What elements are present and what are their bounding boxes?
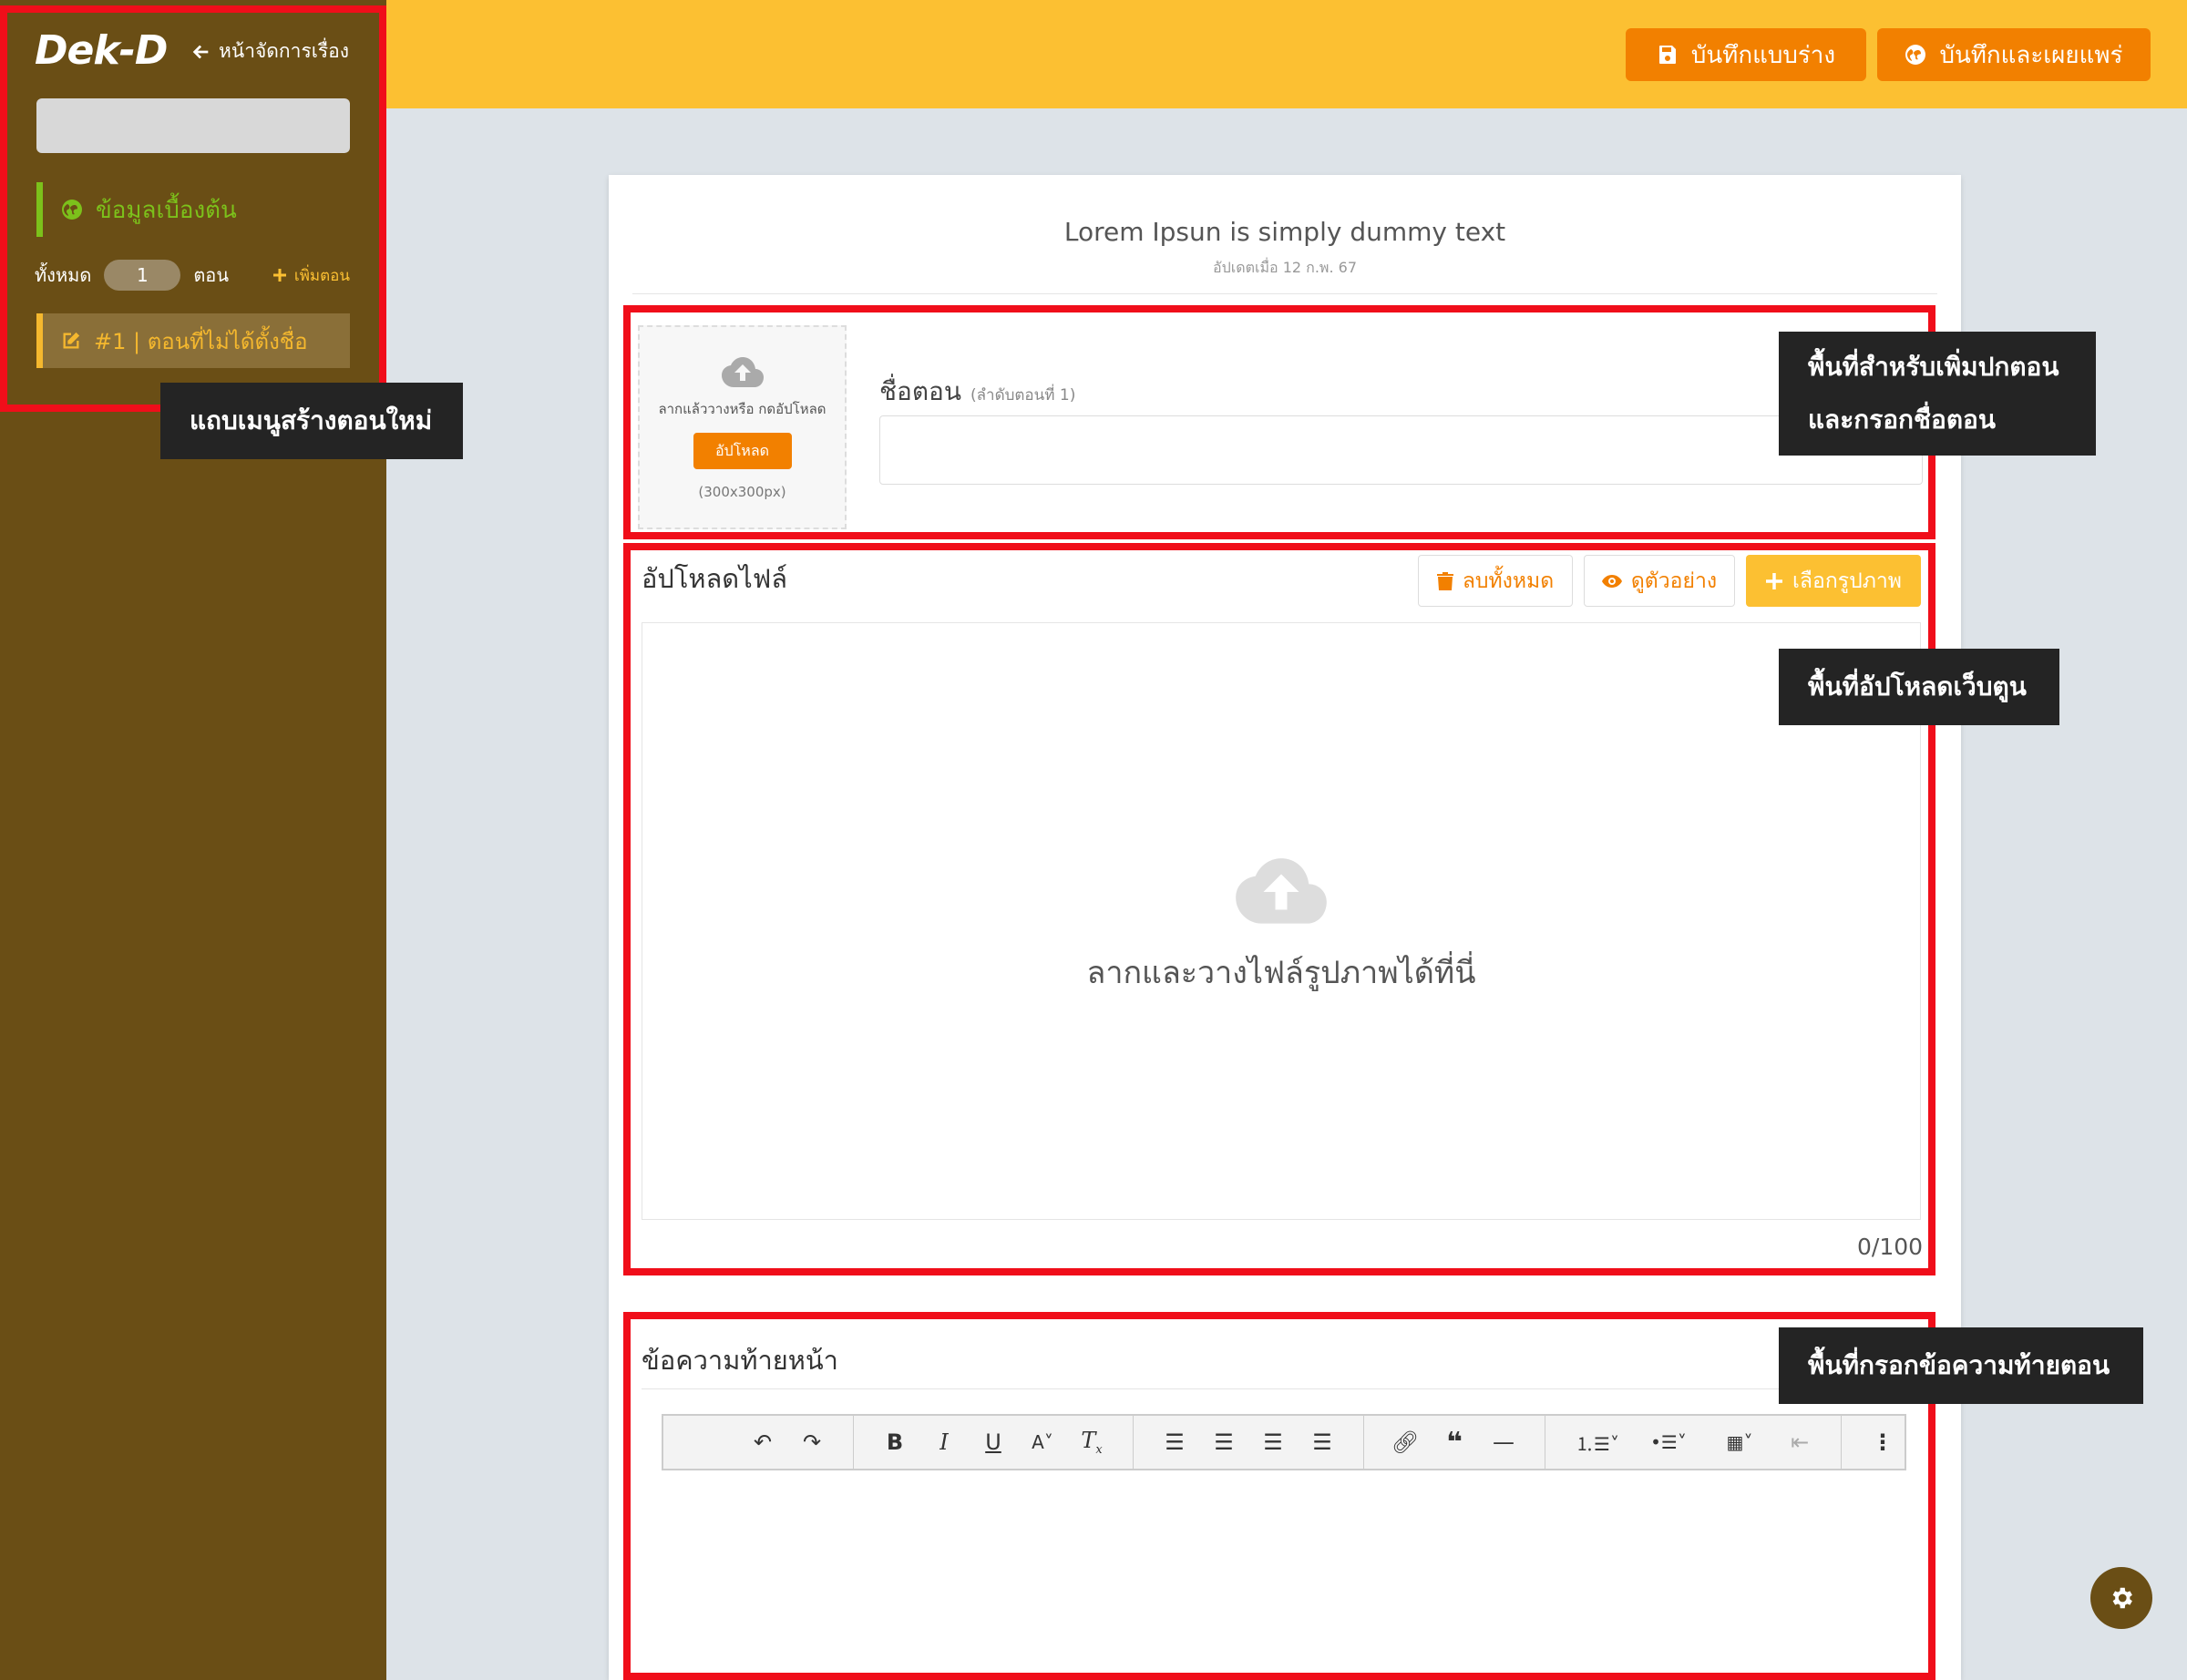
annotation-label-upload: พื้นที่อัปโหลดเว็บตูน — [1779, 649, 2059, 725]
updated-date: อัปเดตเมื่อ 12 ก.พ. 67 — [1212, 259, 1358, 276]
divider — [632, 293, 1937, 294]
annotation-box-sidebar — [0, 5, 386, 412]
annotation-box-cover — [623, 305, 1935, 539]
annotation-label-cover: พื้นที่สำหรับเพิ่มปกตอน และกรอกชื่อตอน — [1779, 332, 2096, 456]
annotation-box-footer — [623, 1312, 1935, 1680]
annotation-box-upload — [623, 543, 1935, 1275]
save-publish-label: บันทึกและเผยแพร่ — [1939, 41, 2123, 69]
floppy-disk-icon — [1658, 46, 1676, 64]
save-publish-button[interactable]: บันทึกและเผยแพร่ — [1877, 28, 2151, 81]
save-draft-button[interactable]: บันทึกแบบร่าง — [1626, 28, 1866, 81]
annotation-label-sidebar: แถบเมนูสร้างตอนใหม่ — [160, 383, 463, 459]
gear-icon — [2112, 1587, 2132, 1609]
annotation-label-footer: พื้นที่กรอกข้อความท้ายตอน — [1779, 1327, 2143, 1404]
globe-icon — [1905, 45, 1926, 65]
annotation-cover-line2: และกรอกชื่อตอน — [1808, 405, 1996, 435]
story-title: Lorem Ipsun is simply dummy text — [1063, 217, 1506, 247]
annotation-cover-line1: พื้นที่สำหรับเพิ่มปกตอน — [1808, 352, 2059, 382]
save-draft-label: บันทึกแบบร่าง — [1690, 41, 1836, 69]
settings-button[interactable] — [2090, 1567, 2152, 1629]
